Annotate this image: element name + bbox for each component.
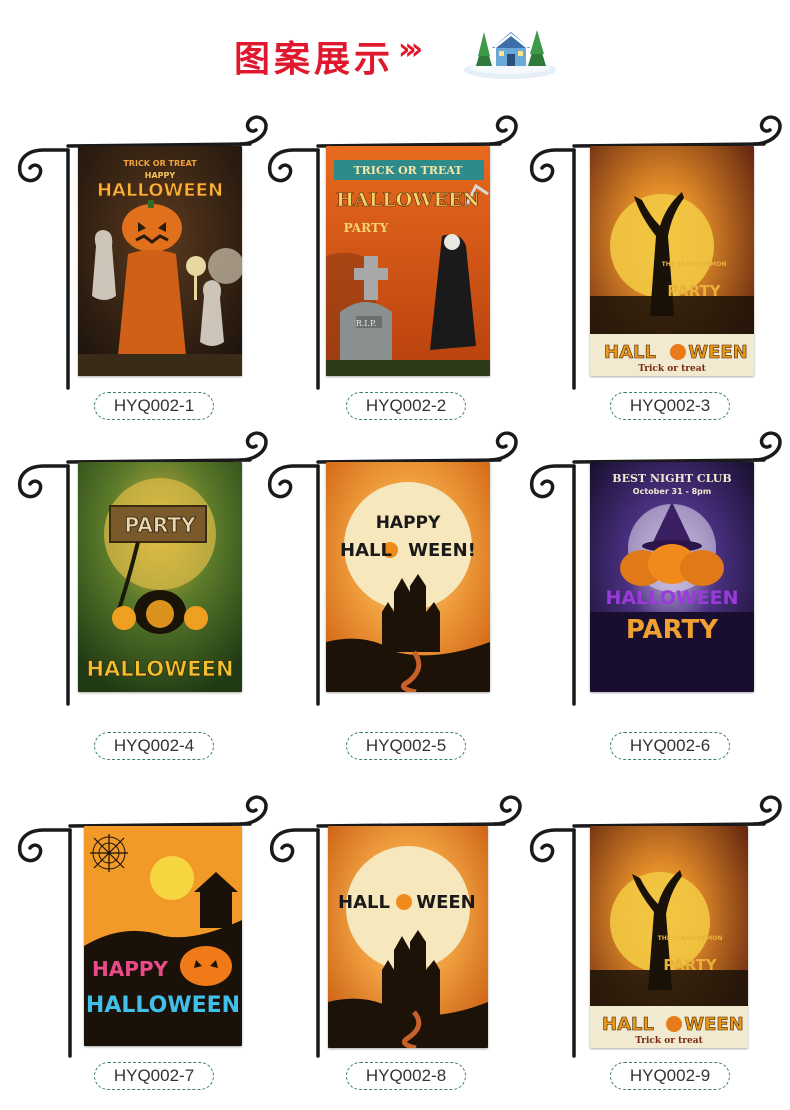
chevrons-right-icon: ››› (398, 32, 423, 67)
flag-text: WEEN (684, 1014, 744, 1035)
product-code-label[interactable]: HYQ002-9 (610, 1062, 730, 1090)
product-card[interactable]: TRICK OR TREAT HAPPY HALLOWEEN HYQ002-1 (14, 115, 272, 446)
flag-text: HAPPY (376, 513, 441, 533)
flag-text: HALL (338, 892, 390, 913)
page-header: 图案展示 ››› (0, 20, 790, 80)
product-card[interactable]: THE CLASH DEMON PARTY HALL WEEN Trick or… (528, 115, 786, 446)
garden-flag: HALL WEEN (328, 826, 488, 1048)
flag-text: October 31 - 8pm (633, 487, 711, 496)
flag-text: HALLOWEEN (336, 189, 480, 211)
garden-flag: TRICK OR TREAT HAPPY HALLOWEEN (78, 146, 242, 376)
flag-text: WEEN (416, 892, 476, 913)
product-card[interactable]: TRICK OR TREAT HALLOWEEN PARTY R.I.P. HY… (264, 115, 522, 446)
garden-flag: THE CLASH DEMON PARTY HALL WEEN Trick or… (590, 826, 748, 1048)
product-card[interactable]: HAPPY HALL WEEN! HYQ002-5 (264, 431, 522, 762)
flag-text: PARTY (667, 282, 721, 300)
snowy-house-icon (464, 30, 556, 79)
product-code-label[interactable]: HYQ002-5 (346, 732, 466, 760)
product-code-label[interactable]: HYQ002-4 (94, 732, 214, 760)
product-code-label[interactable]: HYQ002-6 (610, 732, 730, 760)
flag-text: THE CLASH DEMON (658, 935, 723, 942)
flag-text: HALLOWEEN (97, 180, 223, 201)
flag-text: HALL (602, 1014, 654, 1035)
flag-text: HAPPY (145, 171, 176, 180)
flag-text: WEEN! (408, 540, 476, 561)
flag-text: PARTY (125, 513, 196, 537)
garden-flag: BEST NIGHT CLUB October 31 - 8pm HALLOWE… (590, 462, 754, 692)
garden-flag: HAPPY HALLOWEEN (84, 826, 242, 1046)
flag-text: PARTY (663, 956, 717, 974)
product-card[interactable]: BEST NIGHT CLUB October 31 - 8pm HALLOWE… (528, 431, 786, 762)
product-code-label[interactable]: HYQ002-2 (346, 392, 466, 420)
garden-flag: THE CLASH DEMON PARTY HALL WEEN Trick or… (590, 146, 754, 376)
flag-text: Trick or treat (638, 364, 706, 374)
garden-flag: PARTY HALLOWEEN (78, 462, 242, 692)
flag-text: HALLOWEEN (86, 657, 233, 681)
garden-flag: TRICK OR TREAT HALLOWEEN PARTY R.I.P. (326, 146, 490, 376)
flag-text: HALLOWEEN (86, 993, 240, 1018)
product-card[interactable]: HAPPY HALLOWEEN HYQ002-7 (14, 795, 272, 1110)
product-code-label[interactable]: HYQ002-7 (94, 1062, 214, 1090)
flag-text: WEEN (688, 342, 748, 363)
flag-text: PARTY (626, 615, 719, 645)
flag-text: HALLOWEEN (605, 587, 738, 609)
flag-text: THE CLASH DEMON (662, 261, 727, 268)
flag-text: HALL (340, 540, 392, 561)
product-code-label[interactable]: HYQ002-1 (94, 392, 214, 420)
flag-text: HAPPY (92, 957, 169, 981)
product-card[interactable]: THE CLASH DEMON PARTY HALL WEEN Trick or… (528, 795, 786, 1110)
flag-text: TRICK OR TREAT (353, 164, 463, 177)
product-code-label[interactable]: HYQ002-8 (346, 1062, 466, 1090)
garden-flag: HAPPY HALL WEEN! (326, 462, 490, 692)
header-title: 图案展示 (234, 38, 395, 80)
product-code-label[interactable]: HYQ002-3 (610, 392, 730, 420)
flag-text: Trick or treat (635, 1036, 703, 1046)
flag-text: TRICK OR TREAT (123, 159, 197, 168)
product-card[interactable]: HALL WEEN HYQ002-8 (268, 795, 526, 1110)
flag-text: HALL (604, 342, 656, 363)
flag-text: BEST NIGHT CLUB (612, 472, 731, 485)
product-card[interactable]: PARTY HALLOWEEN HYQ002-4 (14, 431, 272, 762)
flag-text: PARTY (344, 221, 389, 235)
flag-text: R.I.P. (356, 319, 377, 328)
